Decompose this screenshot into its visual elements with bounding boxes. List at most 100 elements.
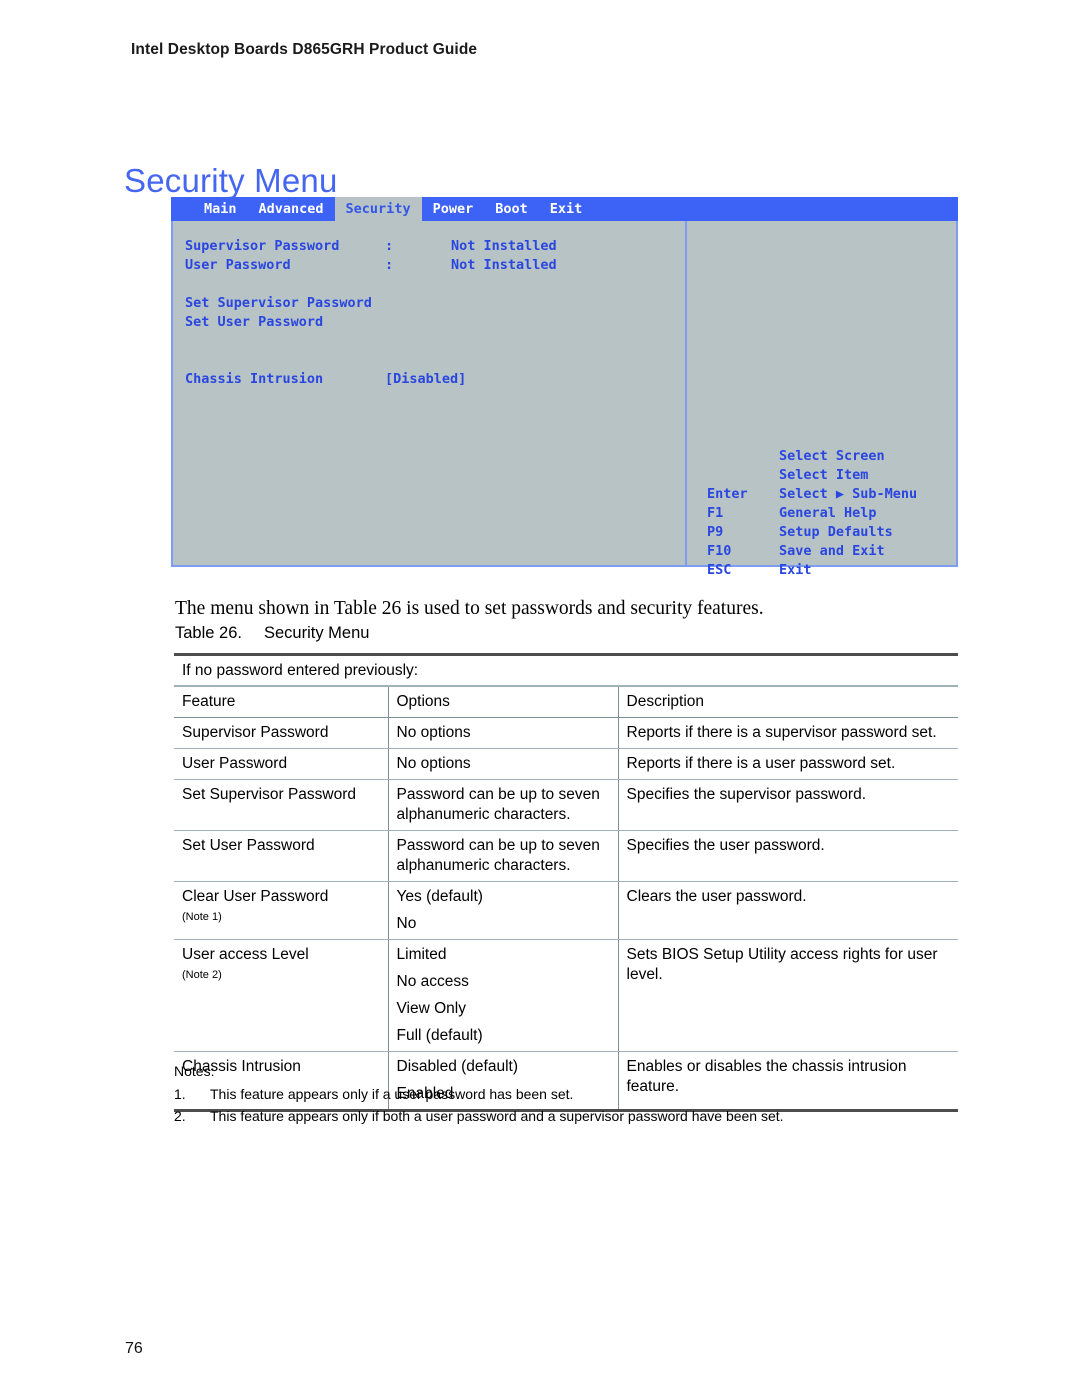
table-cell-options: Yes (default) No bbox=[387, 881, 618, 940]
table-cell-description: Reports if there is a supervisor passwor… bbox=[617, 717, 958, 749]
feature-name: Set Supervisor Password bbox=[182, 786, 357, 803]
bios-tab-main[interactable]: Main bbox=[193, 197, 248, 221]
feature-note-ref: (Note 2) bbox=[182, 969, 222, 981]
bios-menu-bar: Main Advanced Security Power Boot Exit bbox=[171, 197, 958, 221]
page-title: Security Menu bbox=[124, 162, 338, 200]
table-caption-number: Table 26. bbox=[175, 624, 242, 642]
table-cell-options: No options bbox=[387, 748, 618, 780]
table-cell-feature: Clear User Password (Note 1) bbox=[174, 881, 388, 940]
bios-setup-screen: Main Advanced Security Power Boot Exit Superv… bbox=[171, 197, 958, 578]
notes-block: Notes: 1. This feature appears only if a … bbox=[174, 1060, 784, 1127]
table-header-cell: Description bbox=[617, 686, 958, 718]
table-header-cell: Feature bbox=[174, 686, 388, 718]
table-cell-line: Reports if there is a supervisor passwor… bbox=[626, 724, 937, 741]
table-cell-feature: User access Level (Note 2) bbox=[174, 939, 388, 1052]
bios-tab-security[interactable]: Security bbox=[334, 197, 422, 221]
table-cell-line: Sets BIOS Setup Utility access rights fo… bbox=[626, 946, 938, 983]
bios-help-row: ESC Exit bbox=[705, 561, 974, 580]
table-row: User access Level (Note 2) Limited No acces… bbox=[174, 939, 958, 1052]
bios-help-description: Select ▶ Sub-Menu bbox=[779, 486, 918, 502]
table-cell-line: Limited bbox=[396, 946, 447, 963]
table-cell-line: No bbox=[396, 915, 417, 932]
table-row: Clear User Password (Note 1) Yes (default)… bbox=[174, 881, 958, 940]
bios-help-description: Exit bbox=[779, 562, 812, 578]
bios-help-description: Select Screen bbox=[779, 448, 885, 464]
table-row: Set Supervisor Password Password can be u… bbox=[174, 779, 958, 831]
page-number: 76 bbox=[125, 1340, 143, 1357]
bios-action-item[interactable]: Set Supervisor Password bbox=[185, 294, 685, 313]
table-cell-line: Clears the user password. bbox=[626, 888, 807, 905]
table-cell-options: No options bbox=[387, 717, 618, 749]
note-item: 2. This feature appears only if both a us… bbox=[174, 1105, 784, 1127]
bios-action-item[interactable]: Set User Password bbox=[185, 313, 685, 332]
note-number: 2. bbox=[174, 1108, 186, 1124]
feature-name: User Password bbox=[182, 755, 288, 772]
table-caption-title: Security Menu bbox=[263, 624, 370, 642]
feature-name: Set User Password bbox=[182, 837, 315, 854]
bios-tab-power[interactable]: Power bbox=[422, 197, 485, 221]
bios-chassis-intrusion-row[interactable]: Chassis Intrusion [Disabled] bbox=[185, 370, 685, 389]
bios-help-key: P9 bbox=[707, 524, 724, 540]
bios-help-panel: Select Screen Select Item Enter Select ▶ Su… bbox=[687, 221, 956, 578]
table-cell-description: Specifies the user password. bbox=[617, 830, 958, 882]
bios-help-key: Enter bbox=[707, 486, 748, 502]
bios-help-description: Save and Exit bbox=[779, 543, 885, 559]
table-cell-line: No options bbox=[396, 724, 471, 741]
table-cell-line: Password can be up to seven alphanumeric… bbox=[396, 837, 600, 874]
bios-action-items: Set Supervisor Password Set User Password bbox=[185, 294, 685, 332]
bios-help-row: P9 Setup Defaults bbox=[705, 523, 974, 542]
bios-help-row: F10 Save and Exit bbox=[705, 542, 974, 561]
bios-help-key: F10 bbox=[707, 543, 732, 559]
bios-spacer-2 bbox=[185, 332, 685, 370]
table-cell-feature: Set Supervisor Password bbox=[174, 779, 388, 831]
table-cell-description: Sets BIOS Setup Utility access rights fo… bbox=[617, 939, 958, 1052]
bios-tab-advanced[interactable]: Advanced bbox=[248, 197, 335, 221]
note-text: This feature appears only if a user pass… bbox=[210, 1086, 574, 1102]
table-cell-options: Password can be up to seven alphanumeric… bbox=[387, 830, 618, 882]
bios-chassis-intrusion-value[interactable]: [Disabled] bbox=[385, 370, 466, 389]
table-header-row: Feature Options Description bbox=[174, 686, 958, 718]
bios-tab-boot[interactable]: Boot bbox=[484, 197, 539, 221]
table-row: User Password No options Reports if there … bbox=[174, 748, 958, 780]
table-cell-description: Clears the user password. bbox=[617, 881, 958, 940]
table-cell-feature: User Password bbox=[174, 748, 388, 780]
bios-status-value: Not Installed bbox=[451, 257, 557, 273]
bios-body: Supervisor Password: Not Installed User Pa… bbox=[173, 221, 956, 578]
table-cell-line: View Only bbox=[396, 1000, 467, 1017]
note-item: 1. This feature appears only if a user pa… bbox=[174, 1083, 784, 1105]
security-menu-table: If no password entered previously: Featur… bbox=[174, 653, 958, 1112]
bios-status-rows: Supervisor Password: Not Installed User Pa… bbox=[185, 237, 685, 275]
bios-config-panel: Supervisor Password: Not Installed User Pa… bbox=[173, 221, 687, 565]
table-banner-text: If no password entered previously: bbox=[174, 653, 958, 687]
feature-name: Supervisor Password bbox=[182, 724, 329, 741]
bios-status-row: Supervisor Password: Not Installed bbox=[185, 237, 685, 256]
bios-status-colon: : bbox=[385, 257, 394, 273]
bios-tab-exit[interactable]: Exit bbox=[539, 197, 594, 221]
bios-help-keys: Select Screen Select Item Enter Select ▶ Su… bbox=[705, 447, 974, 580]
table-cell-description: Reports if there is a user password set. bbox=[617, 748, 958, 780]
running-header: Intel Desktop Boards D865GRH Product Gui… bbox=[131, 41, 478, 58]
note-text: This feature appears only if both a user… bbox=[210, 1108, 784, 1124]
bios-status-label: User Password bbox=[185, 257, 291, 273]
note-number: 1. bbox=[174, 1086, 186, 1102]
table-cell-line: Specifies the user password. bbox=[626, 837, 825, 854]
table-cell-line: Full (default) bbox=[396, 1027, 483, 1044]
table-cell-feature: Set User Password bbox=[174, 830, 388, 882]
bios-spacer bbox=[185, 275, 685, 294]
bios-help-row: Select Item bbox=[705, 466, 974, 485]
bios-status-label: Supervisor Password bbox=[185, 238, 340, 254]
table-cell-line: No access bbox=[396, 973, 469, 990]
table-cell-line: Yes (default) bbox=[396, 888, 483, 905]
table-row: Supervisor Password No options Reports if … bbox=[174, 717, 958, 749]
bios-chassis-intrusion-label: Chassis Intrusion bbox=[185, 371, 324, 387]
bios-status-value: Not Installed bbox=[451, 238, 557, 254]
table-cell-line: Password can be up to seven alphanumeric… bbox=[396, 786, 600, 823]
bios-help-description: Setup Defaults bbox=[779, 524, 893, 540]
table-cell-line: No options bbox=[396, 755, 471, 772]
bios-help-description: General Help bbox=[779, 505, 877, 521]
table-header-cell: Options bbox=[387, 686, 618, 718]
intro-paragraph: The menu shown in Table 26 is used to se… bbox=[175, 597, 764, 619]
bios-help-key: F1 bbox=[707, 505, 724, 521]
bios-help-description: Select Item bbox=[779, 467, 869, 483]
bios-help-row: Select Screen bbox=[705, 447, 974, 466]
